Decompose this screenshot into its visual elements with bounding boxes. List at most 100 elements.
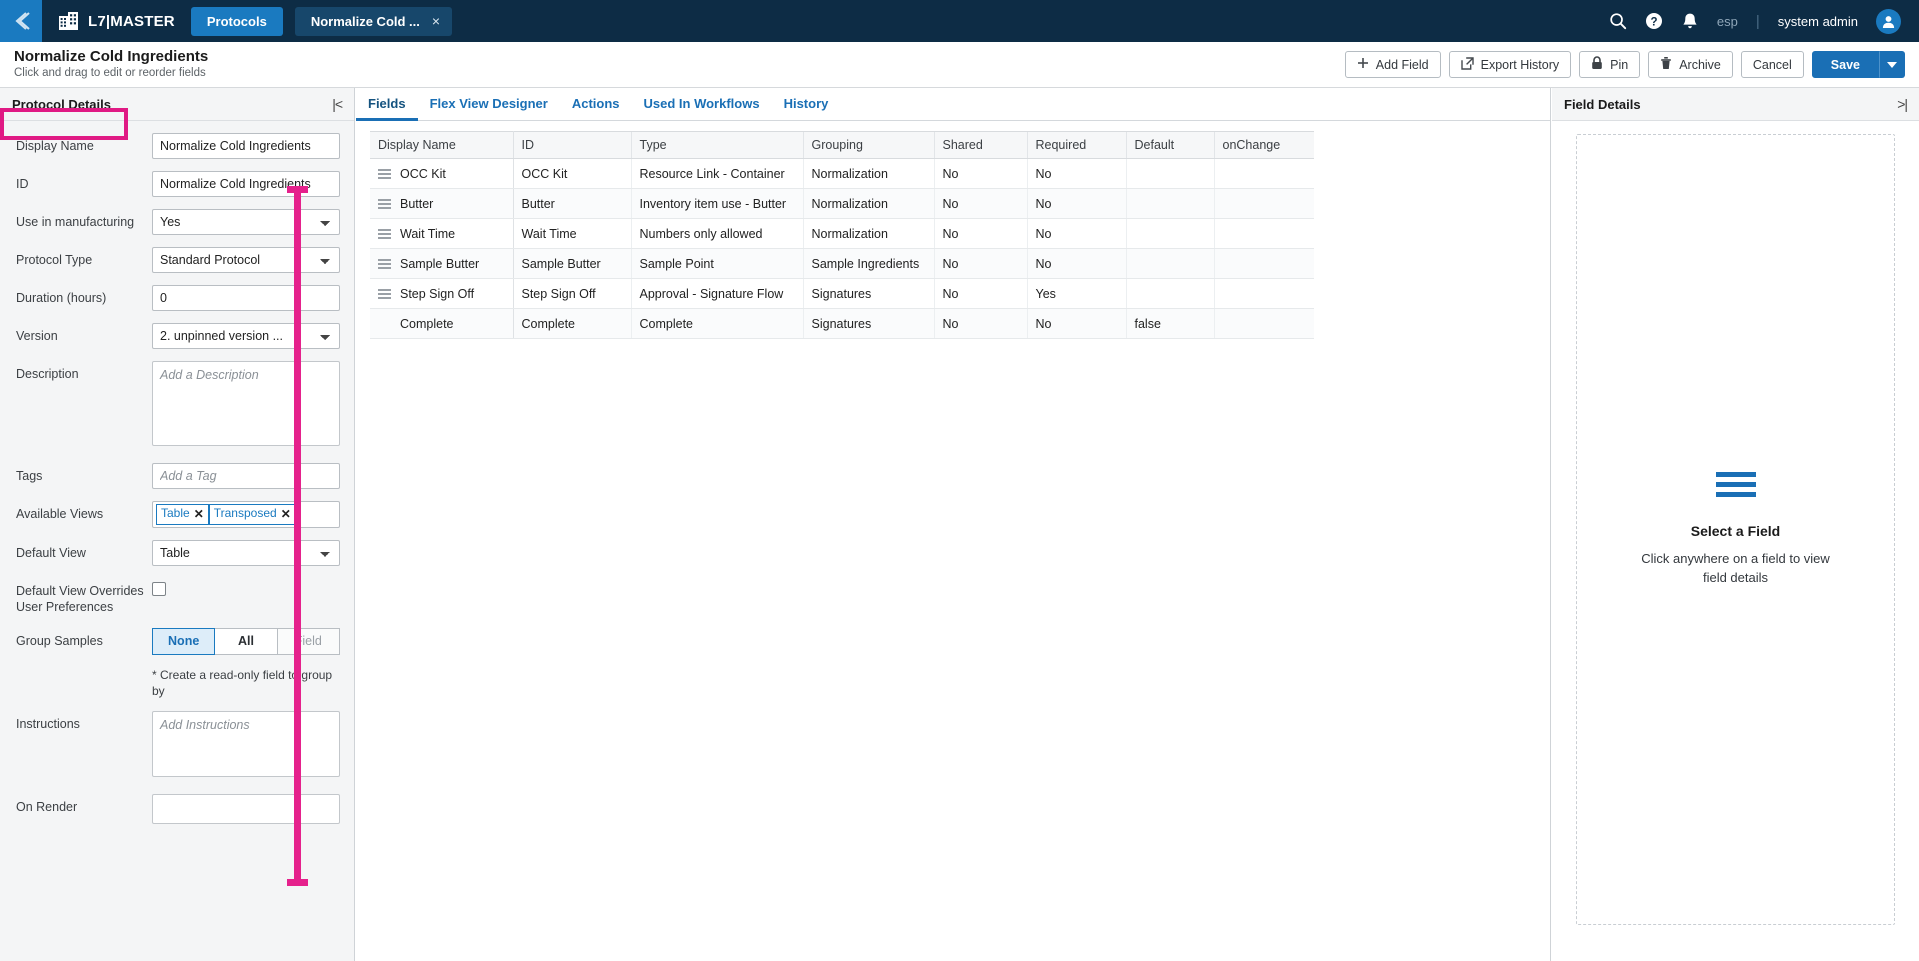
- instructions-textarea[interactable]: [152, 710, 340, 777]
- drag-handle-icon[interactable]: [378, 288, 391, 299]
- collapse-left-icon[interactable]: |<: [332, 96, 343, 112]
- open-document-tab[interactable]: Normalize Cold ... ×: [294, 6, 453, 36]
- brand[interactable]: L7|MASTER: [42, 0, 191, 42]
- column-header-required[interactable]: Required: [1026, 131, 1126, 159]
- bell-icon[interactable]: [1681, 12, 1699, 31]
- sidebar-header: Protocol Details |<: [0, 88, 354, 121]
- chip-table[interactable]: Table ✕: [156, 504, 209, 525]
- tab-actions[interactable]: Actions: [560, 88, 632, 121]
- use-in-manufacturing-select[interactable]: Yes: [152, 209, 340, 235]
- page-header-titles: Normalize Cold Ingredients Click and dra…: [14, 48, 208, 82]
- pin-button[interactable]: Pin: [1579, 51, 1641, 78]
- table-row[interactable]: Sample Butter Sample Butter Sample Point Sa…: [370, 248, 1314, 279]
- field-label: Tags: [16, 469, 43, 483]
- field-duration-hours: Duration (hours): [0, 285, 354, 311]
- table-row[interactable]: Wait Time Wait Time Numbers only allowed No…: [370, 218, 1314, 249]
- user-avatar-icon[interactable]: [1876, 8, 1901, 34]
- available-views-chip-input[interactable]: Table ✕ Transposed ✕: [152, 501, 340, 528]
- save-dropdown-button[interactable]: [1879, 51, 1905, 78]
- group-samples-option-none[interactable]: None: [152, 627, 216, 655]
- table-row[interactable]: Complete Complete Complete Signatures No No fa…: [370, 308, 1314, 339]
- chip-transposed[interactable]: Transposed ✕: [208, 504, 296, 525]
- column-header-type[interactable]: Type: [630, 131, 803, 159]
- column-header-shared[interactable]: Shared: [933, 131, 1027, 159]
- tab-used-in-workflows[interactable]: Used In Workflows: [632, 88, 772, 121]
- drag-handle-icon[interactable]: [378, 258, 391, 269]
- id-input[interactable]: [152, 171, 340, 197]
- cell-onchange: [1213, 278, 1314, 309]
- field-label: Duration (hours): [16, 291, 107, 305]
- field-label: On Render: [16, 799, 78, 814]
- field-use-in-manufacturing: Use in manufacturing Yes: [0, 209, 354, 235]
- field-label: Display Name: [16, 139, 94, 153]
- export-history-label: Export History: [1480, 57, 1560, 72]
- cell-default: [1125, 278, 1214, 309]
- table-row[interactable]: Step Sign Off Step Sign Off Approval - Sig…: [370, 278, 1314, 309]
- nav-item-protocols[interactable]: Protocols: [190, 6, 283, 36]
- column-header-default[interactable]: Default: [1125, 131, 1214, 159]
- cancel-button[interactable]: Cancel: [1740, 51, 1804, 78]
- tab-fields[interactable]: Fields: [356, 88, 418, 121]
- search-icon[interactable]: [1609, 12, 1627, 30]
- empty-state-subtitle: Click anywhere on a field to view field …: [1641, 550, 1830, 585]
- default-view-select[interactable]: Table: [152, 539, 340, 566]
- cell-grouping: Sample Ingredients: [802, 248, 934, 279]
- group-samples-option-field[interactable]: Field: [277, 627, 340, 655]
- cell-type: Sample Point: [630, 248, 803, 279]
- field-details-panel: Field Details >| Select a Field Click an…: [1552, 88, 1919, 961]
- protocol-type-select[interactable]: Standard Protocol: [152, 247, 340, 273]
- column-header-onchange[interactable]: onChange: [1213, 131, 1314, 159]
- display-name-input[interactable]: [152, 133, 340, 159]
- archive-button[interactable]: Archive: [1648, 51, 1733, 78]
- cell-display-name: Wait Time: [370, 218, 514, 249]
- close-icon[interactable]: ×: [432, 14, 440, 28]
- chip-remove-icon[interactable]: ✕: [281, 508, 291, 520]
- language-selector[interactable]: esp: [1717, 14, 1738, 29]
- field-instructions: Instructions: [0, 710, 354, 782]
- cell-default: [1125, 188, 1214, 219]
- group-samples-segmented-control: None All Field: [152, 627, 340, 655]
- add-field-button[interactable]: Add Field: [1344, 51, 1441, 78]
- export-history-button[interactable]: Export History: [1448, 51, 1572, 78]
- field-protocol-type: Protocol Type Standard Protocol: [0, 247, 354, 273]
- version-select[interactable]: 2. unpinned version ...: [152, 323, 340, 349]
- description-textarea[interactable]: [152, 361, 340, 446]
- tab-flex-view-designer[interactable]: Flex View Designer: [418, 88, 560, 121]
- tags-input[interactable]: [152, 463, 340, 489]
- empty-state-title: Select a Field: [1690, 522, 1781, 539]
- row-display-name: Butter: [400, 196, 434, 211]
- cell-shared: No: [933, 218, 1027, 249]
- table-row[interactable]: OCC Kit OCC Kit Resource Link - Container N…: [370, 158, 1314, 189]
- table-header-row: Display Name ID Type Grouping Shared Req…: [370, 131, 1314, 159]
- building-grid-icon: [58, 11, 79, 32]
- collapse-right-icon[interactable]: >|: [1897, 96, 1908, 112]
- tab-history[interactable]: History: [772, 88, 841, 121]
- cell-default: false: [1125, 308, 1214, 339]
- drag-handle-icon[interactable]: [378, 228, 391, 239]
- drag-handle-icon[interactable]: [378, 198, 391, 209]
- column-header-grouping[interactable]: Grouping: [802, 131, 934, 159]
- fields-table: Display Name ID Type Grouping Shared Req…: [370, 131, 1314, 339]
- on-render-textarea[interactable]: [152, 793, 340, 824]
- cell-required: No: [1026, 188, 1126, 219]
- column-header-display-name[interactable]: Display Name: [370, 131, 514, 159]
- help-circle-icon[interactable]: ?: [1645, 12, 1663, 30]
- field-group-samples: Group Samples None All Field: [0, 627, 354, 655]
- default-view-overrides-checkbox[interactable]: [152, 581, 166, 596]
- fields-table-container: Display Name ID Type Grouping Shared Req…: [356, 121, 1550, 339]
- field-label: Default View: [16, 545, 86, 560]
- field-default-view-overrides: Default View Overrides User Preferences: [0, 578, 354, 616]
- save-button[interactable]: Save: [1811, 51, 1879, 78]
- column-header-id[interactable]: ID: [512, 131, 631, 159]
- brand-label: L7|MASTER: [88, 12, 175, 30]
- cell-required: No: [1026, 218, 1126, 249]
- row-display-name: Complete: [400, 316, 454, 331]
- page-header-actions: Add Field Export History Pin Archive Can…: [1344, 51, 1905, 78]
- group-samples-option-all[interactable]: All: [215, 627, 278, 655]
- duration-hours-input[interactable]: [152, 285, 340, 311]
- back-button[interactable]: [0, 0, 42, 42]
- table-row[interactable]: Butter Butter Inventory item use - Butter N…: [370, 188, 1314, 219]
- chip-remove-icon[interactable]: ✕: [194, 508, 204, 520]
- drag-handle-icon[interactable]: [378, 168, 391, 179]
- field-label: Instructions: [16, 716, 80, 731]
